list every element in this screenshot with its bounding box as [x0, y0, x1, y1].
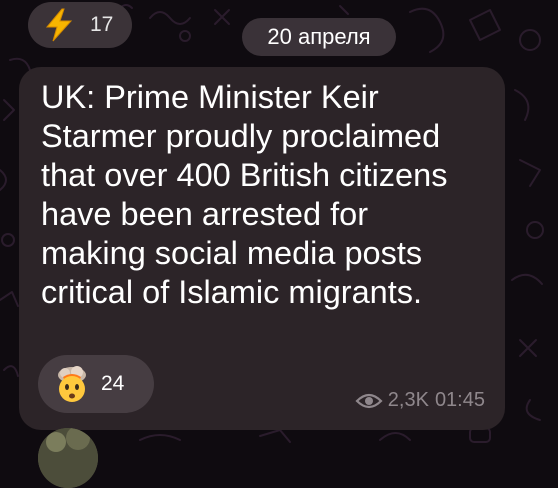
date-separator: 20 апреля [242, 18, 396, 56]
reaction-count: 24 [101, 372, 125, 395]
message-bubble[interactable]: UK: Prime Minister Keir Starmer proudly … [19, 67, 505, 430]
message-time: 01:45 [434, 389, 485, 411]
lightning-icon [44, 8, 74, 42]
message-meta: 2,3K 01:45 [355, 389, 485, 412]
eye-icon [355, 391, 383, 411]
message-text: UK: Prime Minister Keir Starmer proudly … [41, 79, 448, 310]
exploding-head-icon [53, 365, 91, 403]
previous-message-reaction[interactable]: 17 [28, 2, 132, 48]
reaction-count: 17 [90, 13, 114, 36]
view-count: 2,3K [387, 389, 429, 411]
message-reaction[interactable]: 24 [38, 355, 154, 413]
avatar[interactable] [38, 428, 98, 488]
